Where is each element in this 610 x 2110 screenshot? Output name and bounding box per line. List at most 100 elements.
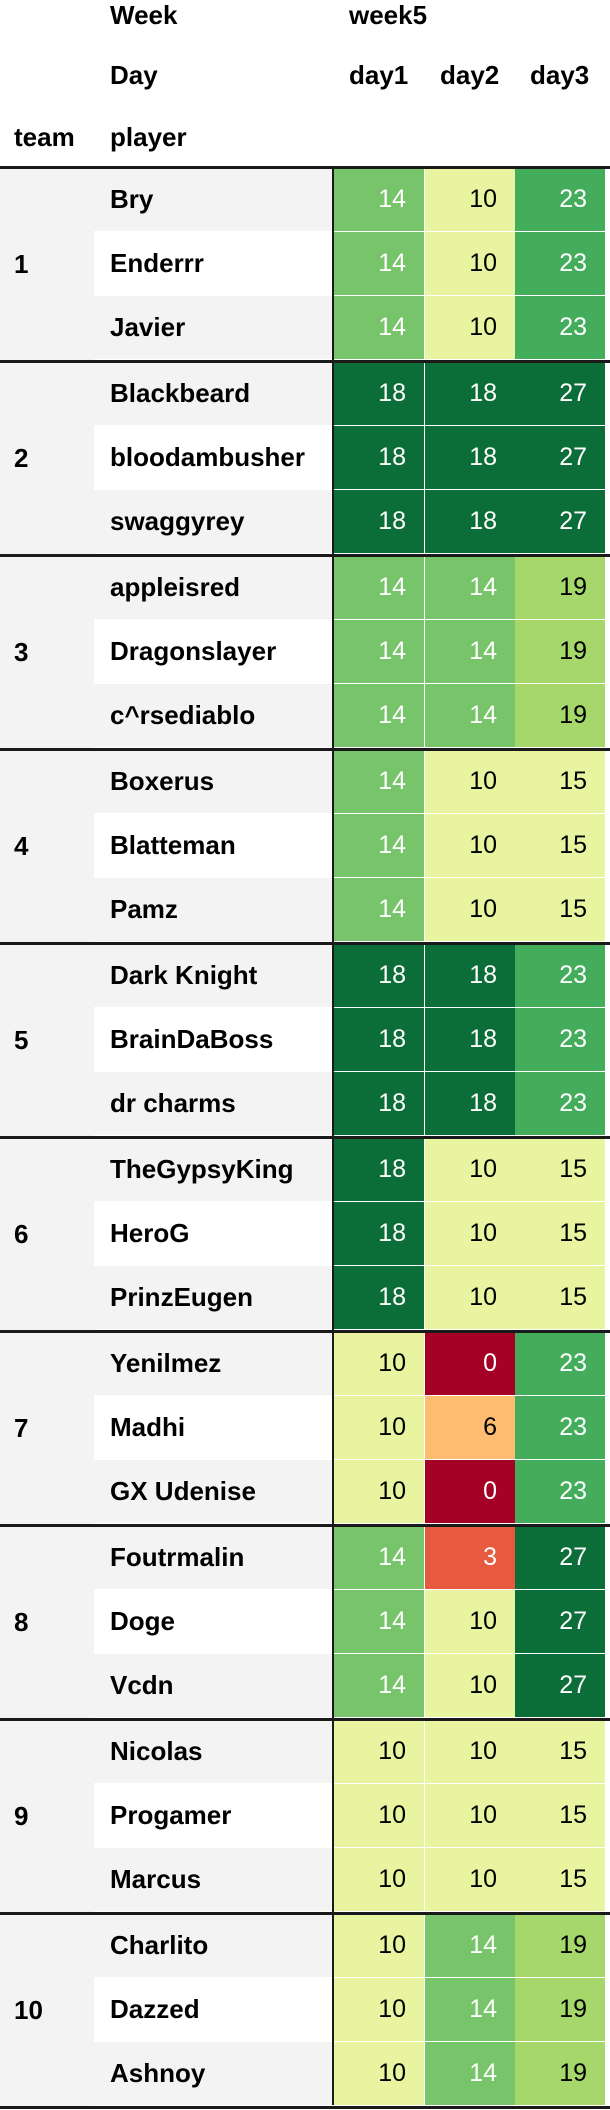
score-cell-day2: 18 xyxy=(425,1008,515,1071)
player-name: Charlito xyxy=(94,1914,334,1977)
team-number: 8 xyxy=(14,1607,29,1637)
player-name: PrinzEugen xyxy=(94,1266,334,1329)
score-cell-day3: 23 xyxy=(515,1072,605,1135)
player-name: Dazzed xyxy=(94,1978,334,2041)
score-cell-day1: 18 xyxy=(334,362,424,425)
score-cell-day1: 18 xyxy=(334,1202,424,1265)
score-cell-day3: 23 xyxy=(515,1008,605,1071)
score-cell-day2: 14 xyxy=(425,1978,515,2041)
score-cell-day2: 10 xyxy=(425,1720,515,1783)
player-name: Boxerus xyxy=(94,750,334,813)
player-name: bloodambusher xyxy=(94,426,334,489)
player-name: Bry xyxy=(94,168,334,231)
score-cell-day1: 14 xyxy=(334,750,424,813)
score-cell-day2: 10 xyxy=(425,878,515,941)
day-header-1: day1 xyxy=(349,60,409,90)
score-cell-day3: 27 xyxy=(515,362,605,425)
score-cell-day3: 15 xyxy=(515,1202,605,1265)
player-name: Ashnoy xyxy=(94,2042,334,2105)
week-label: Week xyxy=(110,0,178,30)
score-cell-day3: 15 xyxy=(515,1266,605,1329)
player-column-header: player xyxy=(110,122,187,152)
score-cell-day1: 10 xyxy=(334,1720,424,1783)
score-cell-day3: 15 xyxy=(515,1138,605,1201)
score-cell-day3: 19 xyxy=(515,620,605,683)
score-cell-day2: 10 xyxy=(425,750,515,813)
player-name: BrainDaBoss xyxy=(94,1008,334,1071)
score-cell-day2: 10 xyxy=(425,1590,515,1653)
score-cell-day3: 15 xyxy=(515,878,605,941)
score-cell-day2: 14 xyxy=(425,1914,515,1977)
team-number: 6 xyxy=(14,1219,29,1249)
player-name: GX Udenise xyxy=(94,1460,334,1523)
score-cell-day1: 18 xyxy=(334,944,424,1007)
score-cell-day3: 27 xyxy=(515,426,605,489)
day-header-3: day3 xyxy=(530,60,590,90)
score-cell-day1: 10 xyxy=(334,1332,424,1395)
score-cell-day2: 10 xyxy=(425,1266,515,1329)
player-name: TheGypsyKing xyxy=(94,1138,334,1201)
score-cell-day2: 18 xyxy=(425,1072,515,1135)
group-divider xyxy=(0,1912,610,1915)
week-value: week5 xyxy=(349,0,428,30)
group-divider xyxy=(0,1136,610,1139)
player-name: HeroG xyxy=(94,1202,334,1265)
player-name: Vcdn xyxy=(94,1654,334,1717)
player-name: Enderrr xyxy=(94,232,334,295)
score-cell-day3: 27 xyxy=(515,1526,605,1589)
player-name: Madhi xyxy=(94,1396,334,1459)
team-number: 10 xyxy=(14,1995,43,2025)
team-number: 1 xyxy=(14,249,29,279)
player-name: Dragonslayer xyxy=(94,620,334,683)
score-cell-day1: 14 xyxy=(334,814,424,877)
group-divider xyxy=(0,1330,610,1333)
score-cell-day3: 23 xyxy=(515,1332,605,1395)
player-name: Nicolas xyxy=(94,1720,334,1783)
player-name: Pamz xyxy=(94,878,334,941)
score-cell-day3: 19 xyxy=(515,556,605,619)
score-cell-day2: 14 xyxy=(425,684,515,747)
player-name: Blackbeard xyxy=(94,362,334,425)
score-cell-day1: 10 xyxy=(334,2042,424,2105)
team-number: 9 xyxy=(14,1801,29,1831)
score-cell-day3: 15 xyxy=(515,814,605,877)
score-cell-day2: 0 xyxy=(425,1460,515,1523)
score-cell-day2: 0 xyxy=(425,1332,515,1395)
player-name: Marcus xyxy=(94,1848,334,1911)
group-divider xyxy=(0,1524,610,1527)
score-cell-day2: 6 xyxy=(425,1396,515,1459)
score-cell-day1: 10 xyxy=(334,1784,424,1847)
score-cell-day1: 14 xyxy=(334,556,424,619)
day-label: Day xyxy=(110,60,158,90)
score-cell-day1: 14 xyxy=(334,1654,424,1717)
player-name: Blatteman xyxy=(94,814,334,877)
score-cell-day3: 15 xyxy=(515,1784,605,1847)
score-cell-day3: 19 xyxy=(515,2042,605,2105)
score-cell-day2: 10 xyxy=(425,296,515,359)
group-divider xyxy=(0,2106,610,2109)
score-cell-day2: 10 xyxy=(425,232,515,295)
score-cell-day3: 27 xyxy=(515,490,605,553)
score-cell-day2: 14 xyxy=(425,620,515,683)
score-cell-day2: 14 xyxy=(425,556,515,619)
score-cell-day1: 10 xyxy=(334,1914,424,1977)
score-cell-day2: 18 xyxy=(425,490,515,553)
score-cell-day3: 27 xyxy=(515,1590,605,1653)
column-divider xyxy=(332,168,334,2105)
score-cell-day1: 10 xyxy=(334,1978,424,2041)
score-cell-day2: 10 xyxy=(425,1654,515,1717)
score-cell-day2: 10 xyxy=(425,814,515,877)
player-name: Doge xyxy=(94,1590,334,1653)
score-cell-day2: 18 xyxy=(425,362,515,425)
day-header-2: day2 xyxy=(440,60,500,90)
team-number: 2 xyxy=(14,443,29,473)
score-cell-day1: 10 xyxy=(334,1848,424,1911)
score-cell-day3: 19 xyxy=(515,684,605,747)
score-cell-day3: 15 xyxy=(515,1848,605,1911)
score-cell-day2: 10 xyxy=(425,1202,515,1265)
score-cell-day1: 10 xyxy=(334,1396,424,1459)
team-number: 7 xyxy=(14,1413,29,1443)
score-cell-day1: 18 xyxy=(334,1072,424,1135)
score-cell-day2: 10 xyxy=(425,1784,515,1847)
score-cell-day1: 18 xyxy=(334,1138,424,1201)
